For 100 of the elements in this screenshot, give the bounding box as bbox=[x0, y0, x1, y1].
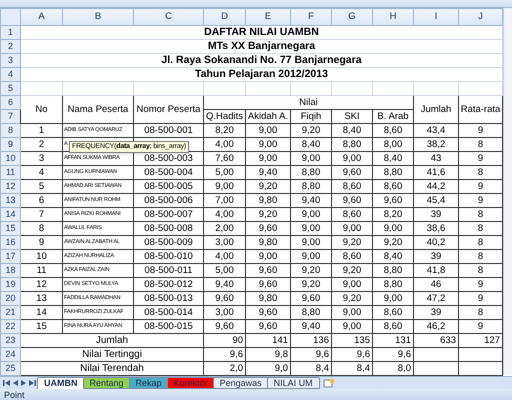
table-cell: 9,00 bbox=[246, 152, 290, 166]
table-cell: 9,40 bbox=[290, 320, 332, 334]
table-cell: 12 bbox=[20, 278, 62, 292]
row-header: 22 bbox=[0, 320, 20, 334]
table-cell: 08-500-014 bbox=[134, 306, 204, 320]
table-cell: 9,00 bbox=[290, 222, 332, 236]
column-heading: Jumlah bbox=[414, 96, 458, 124]
table-cell: 141 bbox=[246, 334, 290, 348]
insert-sheet-icon[interactable] bbox=[322, 378, 335, 388]
row-header: 2 bbox=[0, 40, 20, 54]
row-header: 6 bbox=[0, 96, 20, 110]
table-cell: 9,6 bbox=[204, 348, 246, 362]
table-cell: 9,20 bbox=[246, 208, 290, 222]
table-cell: 9,6 bbox=[290, 348, 332, 362]
column-header: D bbox=[204, 8, 246, 26]
table-cell: 47,2 bbox=[414, 292, 458, 306]
sheet-tab[interactable]: Rekap bbox=[128, 377, 169, 389]
table-cell: 9,00 bbox=[290, 208, 332, 222]
table-cell: 9,60 bbox=[332, 166, 372, 180]
table-cell: 08-500-009 bbox=[134, 236, 204, 250]
sheet-title: Tahun Pelajaran 2012/2013 bbox=[20, 68, 502, 82]
table-cell: 8,40 bbox=[372, 250, 414, 264]
sheet-tab[interactable]: Rentang bbox=[82, 377, 131, 389]
row-header: 15 bbox=[0, 222, 20, 236]
table-cell: 8,20 bbox=[204, 124, 246, 138]
table-cell: 9,00 bbox=[332, 152, 372, 166]
sheet-tab[interactable]: NILAI UM bbox=[266, 377, 320, 389]
row-header: 16 bbox=[0, 236, 20, 250]
table-cell: 41,8 bbox=[414, 264, 458, 278]
table-cell: 9,20 bbox=[246, 180, 290, 194]
table-cell: 9,00 bbox=[290, 152, 332, 166]
column-header: J bbox=[458, 8, 502, 26]
table-cell: 5,00 bbox=[204, 166, 246, 180]
column-header: B bbox=[62, 8, 134, 26]
table-cell: 9,60 bbox=[332, 194, 372, 208]
table-cell: 8,80 bbox=[290, 180, 332, 194]
next-sheet-icon[interactable] bbox=[21, 380, 26, 386]
table-cell: 08-500-012 bbox=[134, 278, 204, 292]
table-cell: 3 bbox=[20, 152, 62, 166]
table-cell: 08-500-007 bbox=[134, 208, 204, 222]
column-heading: B. Arab bbox=[372, 110, 414, 124]
row-header: 13 bbox=[0, 194, 20, 208]
table-cell: 9,6 bbox=[332, 348, 372, 362]
table-cell: 9,60 bbox=[246, 320, 290, 334]
row-header: 24 bbox=[0, 348, 20, 362]
table-cell: 9,00 bbox=[332, 320, 372, 334]
table-cell: 13 bbox=[20, 292, 62, 306]
sheet-tab[interactable]: Pengawas bbox=[212, 377, 269, 389]
previous-sheet-icon[interactable] bbox=[13, 380, 18, 386]
table-cell: 10 bbox=[20, 250, 62, 264]
table-cell: 9,80 bbox=[246, 292, 290, 306]
table-cell: 41,6 bbox=[414, 166, 458, 180]
table-cell: 9,60 bbox=[204, 292, 246, 306]
table-cell: 9,20 bbox=[290, 124, 332, 138]
table-cell: 9,60 bbox=[290, 292, 332, 306]
row-header: 8 bbox=[0, 124, 20, 138]
sheet-title: Jl. Raya Sokanandi No. 77 Banjarnegara bbox=[20, 54, 502, 68]
table-cell: 9,00 bbox=[372, 222, 414, 236]
row-header: 14 bbox=[0, 208, 20, 222]
table-cell: 39 bbox=[414, 250, 458, 264]
column-heading: Akidah A. bbox=[246, 110, 290, 124]
sheet-tab[interactable]: UAMBN bbox=[37, 377, 84, 389]
table-cell: 38,2 bbox=[414, 138, 458, 152]
column-heading: No bbox=[20, 96, 62, 124]
table-cell: 8,80 bbox=[332, 138, 372, 152]
table-cell: 8,60 bbox=[332, 180, 372, 194]
table-cell: 9,6 bbox=[372, 348, 414, 362]
sheet-title: DAFTAR NILAI UAMBN bbox=[20, 26, 502, 40]
table-cell: 8,00 bbox=[372, 138, 414, 152]
table-cell: 08-500-006 bbox=[134, 194, 204, 208]
row-header: 25 bbox=[0, 362, 20, 376]
table-cell: 9,80 bbox=[246, 194, 290, 208]
sheet-title: MTs XX Banjarnegara bbox=[20, 40, 502, 54]
row-header: 4 bbox=[0, 68, 20, 82]
table-cell: 08-500-001 bbox=[134, 124, 204, 138]
column-heading: SKI bbox=[332, 110, 372, 124]
row-header: 17 bbox=[0, 250, 20, 264]
table-cell: 9 bbox=[20, 236, 62, 250]
row-header: 21 bbox=[0, 306, 20, 320]
table-cell: 39 bbox=[414, 306, 458, 320]
table-cell: Nilai Tertinggi bbox=[20, 348, 204, 362]
table-cell: 8 bbox=[20, 222, 62, 236]
table-cell: 08-500-008 bbox=[134, 222, 204, 236]
column-header: G bbox=[332, 8, 372, 26]
table-cell: 9,20 bbox=[290, 278, 332, 292]
last-sheet-icon[interactable] bbox=[29, 380, 36, 386]
row-header: 19 bbox=[0, 278, 20, 292]
table-cell: 4,00 bbox=[204, 250, 246, 264]
table-cell: 3,00 bbox=[204, 236, 246, 250]
table-cell: 7 bbox=[20, 208, 62, 222]
table-cell: 7,00 bbox=[204, 194, 246, 208]
table-cell: 9,00 bbox=[290, 236, 332, 250]
table-cell: 9,00 bbox=[204, 180, 246, 194]
first-sheet-icon[interactable] bbox=[3, 380, 10, 386]
table-cell: 45,4 bbox=[414, 194, 458, 208]
table-cell: 8,60 bbox=[372, 320, 414, 334]
table-cell: 9,60 bbox=[246, 264, 290, 278]
table-cell: 8,60 bbox=[372, 180, 414, 194]
table-cell: 9,20 bbox=[332, 264, 372, 278]
table-cell: 9,00 bbox=[290, 250, 332, 264]
